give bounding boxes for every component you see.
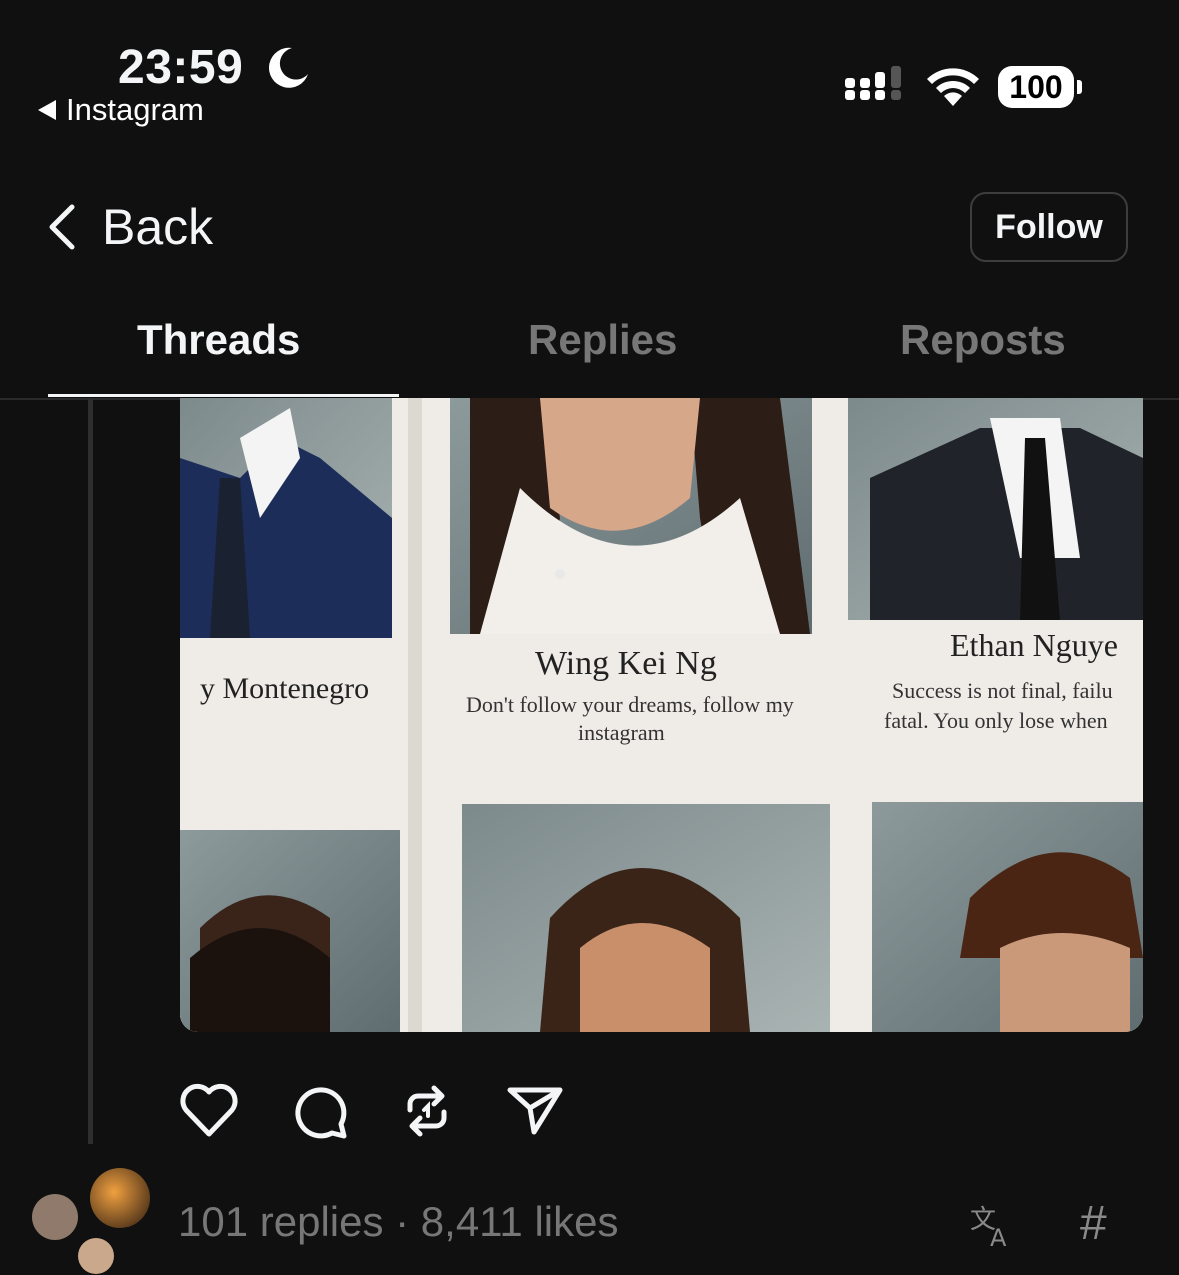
caption-quote-middle-1: Don't follow your dreams, follow my xyxy=(466,692,794,717)
moon-icon xyxy=(268,47,308,88)
svg-text:A: A xyxy=(990,1224,1007,1250)
heart-icon[interactable] xyxy=(178,1080,240,1142)
tab-threads[interactable]: Threads xyxy=(137,316,300,364)
top-navigation: Back Follow xyxy=(0,180,1179,280)
status-bar: 23:59 Instagram 100 xyxy=(0,0,1179,140)
post-footer: 101 replies · 8,411 likes 文 A # xyxy=(0,1160,1179,1275)
post-stats[interactable]: 101 replies · 8,411 likes xyxy=(178,1198,618,1246)
post-actions xyxy=(178,1080,598,1140)
follow-button[interactable]: Follow xyxy=(970,192,1128,262)
back-button[interactable]: Back xyxy=(44,198,213,256)
caption-name-right: Ethan Nguye xyxy=(950,627,1118,663)
caption-name-middle: Wing Kei Ng xyxy=(535,645,717,682)
tab-reposts[interactable]: Reposts xyxy=(900,316,1066,364)
status-time: 23:59 xyxy=(118,41,244,94)
chevron-left-icon xyxy=(49,204,75,250)
back-triangle-icon xyxy=(38,100,56,120)
hashtag-icon[interactable]: # xyxy=(1080,1196,1107,1251)
caption-quote-middle-2: instagram xyxy=(578,720,665,745)
avatar xyxy=(32,1194,78,1240)
battery-level: 100 xyxy=(998,66,1074,108)
translate-icon[interactable]: 文 A xyxy=(968,1200,1018,1250)
post-image[interactable]: y Montenegro Wing Kei Ng Don't follow yo… xyxy=(180,398,1143,1032)
avatar xyxy=(90,1168,150,1228)
back-to-app-link[interactable]: Instagram xyxy=(38,92,204,128)
back-app-label: Instagram xyxy=(66,92,204,127)
active-tab-indicator xyxy=(48,394,399,397)
caption-quote-right-2: fatal. You only lose when xyxy=(884,708,1108,733)
caption-quote-right-1: Success is not final, failu xyxy=(892,678,1113,703)
wifi-icon xyxy=(927,68,979,106)
profile-tabs: Threads Replies Reposts xyxy=(0,296,1179,400)
comment-icon[interactable] xyxy=(288,1080,350,1142)
caption-name-left: y Montenegro xyxy=(200,672,369,705)
battery-icon: 100 xyxy=(998,66,1084,110)
repost-icon[interactable] xyxy=(396,1080,458,1142)
avatar xyxy=(78,1238,114,1274)
back-label: Back xyxy=(102,199,214,255)
cellular-signal-icon xyxy=(845,66,901,100)
tab-replies[interactable]: Replies xyxy=(528,316,677,364)
yearbook-photo: y Montenegro Wing Kei Ng Don't follow yo… xyxy=(180,398,1143,1032)
share-icon[interactable] xyxy=(504,1080,566,1142)
thread-connector-line xyxy=(88,398,93,1144)
